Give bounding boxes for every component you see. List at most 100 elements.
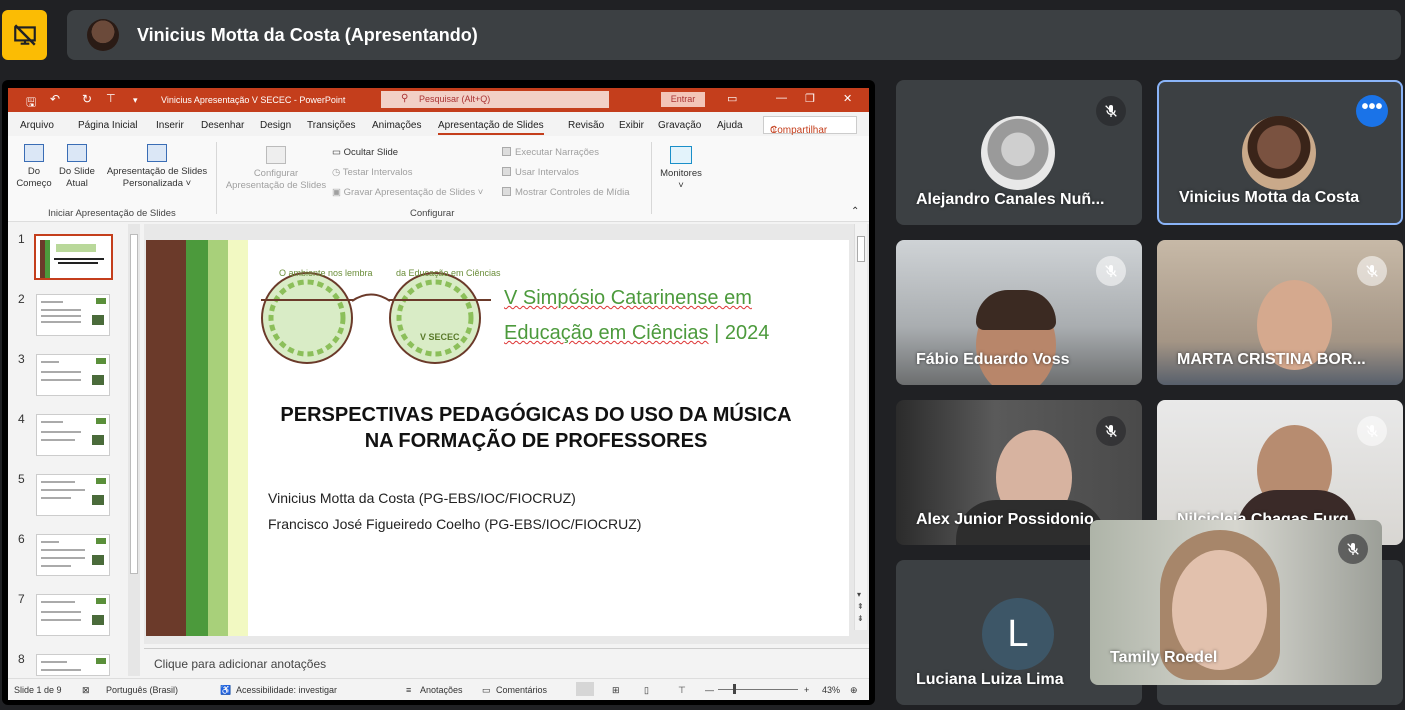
slide-sorter-icon[interactable]: ⊞ — [612, 685, 620, 696]
slide-thumbnails: 1 2 3 4 5 6 7 8 — [8, 224, 142, 678]
mic-off-icon — [1338, 534, 1368, 564]
participant-name: Luciana Luiza Lima — [916, 671, 1064, 688]
tab-ajuda[interactable]: Ajuda — [717, 120, 743, 131]
undo-icon[interactable]: ↶ — [50, 92, 60, 106]
tab-gravacao[interactable]: Gravação — [658, 120, 701, 131]
signin-button[interactable]: Entrar — [661, 92, 705, 107]
narrations-checkbox[interactable]: Executar Narrações — [502, 147, 599, 159]
participant-tile-active[interactable]: ••• Vinicius Motta da Costa — [1157, 80, 1403, 225]
ribbon-tabs: Arquivo Página Inicial Inserir Desenhar … — [8, 112, 869, 136]
more-options-button[interactable]: ••• — [1356, 95, 1388, 127]
search-placeholder: Pesquisar (Alt+Q) — [419, 94, 491, 104]
zoom-slider[interactable] — [718, 689, 798, 690]
thumbnail-slide-4[interactable] — [36, 414, 110, 456]
monitors-button[interactable]: Monitores ˅ — [656, 146, 706, 192]
participant-tile[interactable]: Fábio Eduardo Voss — [896, 240, 1142, 385]
slide-counter: Slide 1 de 9 — [14, 685, 62, 695]
thumb-number: 1 — [18, 232, 25, 246]
search-box[interactable]: ⚲ Pesquisar (Alt+Q) — [381, 91, 609, 108]
scroll-down-icon[interactable]: ▾ — [857, 590, 861, 599]
tab-inicio[interactable]: Página Inicial — [78, 120, 137, 131]
author-1: Vinicius Motta da Costa (PG-EBS/IOC/FIOC… — [268, 490, 576, 506]
search-icon: ⚲ — [401, 93, 409, 104]
tab-inserir[interactable]: Inserir — [156, 120, 184, 131]
redo-icon[interactable]: ↻ — [82, 92, 92, 106]
share-button[interactable]: ⇪ Compartilhar — [763, 116, 857, 136]
restore-icon[interactable]: ❐ — [805, 92, 815, 105]
thumbnail-slide-2[interactable] — [36, 294, 110, 336]
notes-toggle[interactable]: Anotações — [420, 685, 463, 695]
thumbnail-slide-8[interactable] — [36, 654, 110, 676]
zoom-level[interactable]: 43% — [822, 685, 840, 695]
slideshow-view-icon[interactable]: ⊤ — [678, 685, 686, 696]
save-icon[interactable]: 🖫 — [26, 93, 36, 114]
hide-slide-icon: ▭ — [332, 147, 344, 158]
current-slide[interactable]: O ambiente nos lembra da Educação em Ciê… — [146, 240, 849, 636]
participant-tile[interactable]: Alejandro Canales Nuñ... — [896, 80, 1142, 225]
stripe-green — [186, 240, 208, 636]
from-beginning-button[interactable]: Do Começo — [14, 144, 54, 190]
notes-icon: ≡ — [406, 685, 412, 695]
accessibility-status[interactable]: Acessibilidade: investigar — [236, 685, 337, 695]
tab-arquivo[interactable]: Arquivo — [20, 120, 54, 131]
self-view-tile[interactable]: Tamily Roedel — [1090, 520, 1382, 685]
participant-name: Fábio Eduardo Voss — [916, 351, 1070, 368]
rehearse-button[interactable]: ◷ Testar Intervalos — [332, 167, 412, 179]
ribbon-display-icon[interactable]: ▭ — [727, 92, 737, 105]
tab-revisao[interactable]: Revisão — [568, 120, 604, 131]
stop-presenting-button[interactable] — [2, 10, 47, 60]
fit-slide-icon[interactable]: ⊕ — [850, 685, 858, 696]
custom-slideshow-button[interactable]: Apresentação de Slides Personalizada ˅ — [104, 144, 210, 190]
monitors-label: Monitores — [660, 168, 702, 179]
mic-off-icon — [1096, 96, 1126, 126]
zoom-out-icon[interactable]: — — [705, 685, 714, 695]
tab-design[interactable]: Design — [260, 120, 291, 131]
reading-view-icon[interactable]: ▯ — [644, 685, 649, 696]
participant-tile[interactable]: MARTA CRISTINA BOR... — [1157, 240, 1403, 385]
normal-view-icon[interactable] — [576, 682, 594, 696]
from-current-button[interactable]: Do Slide Atual — [56, 144, 98, 190]
controls-checkbox[interactable]: Mostrar Controles de Mídia — [502, 187, 630, 199]
zoom-in-icon[interactable]: + — [804, 685, 809, 695]
slide-editor: O ambiente nos lembra da Educação em Ciê… — [144, 224, 869, 644]
tab-transicoes[interactable]: Transições — [307, 120, 356, 131]
spellcheck-icon[interactable]: ⊠ — [82, 685, 90, 696]
language[interactable]: Português (Brasil) — [106, 685, 178, 695]
thumbnail-slide-6[interactable] — [36, 534, 110, 576]
custom-label1: Apresentação de Slides — [106, 166, 208, 177]
slideshow-qat-icon[interactable]: ⊤ — [106, 92, 116, 105]
slide-scrollbar[interactable]: ▾ ⇞ ⇟ — [854, 224, 867, 630]
setup-slideshow-button[interactable]: Configurar Apresentação de Slides — [222, 146, 330, 192]
thumbnail-slide-1[interactable] — [34, 234, 113, 280]
video-hair — [976, 290, 1056, 330]
collapse-ribbon-icon[interactable]: ⌃ — [851, 206, 859, 217]
tab-exibir[interactable]: Exibir — [619, 120, 644, 131]
close-icon[interactable]: ✕ — [843, 92, 852, 105]
prev-slide-icon[interactable]: ⇞ — [857, 602, 864, 611]
scroll-thumb[interactable] — [130, 234, 138, 574]
thumbnail-slide-3[interactable] — [36, 354, 110, 396]
timings-checkbox[interactable]: Usar Intervalos — [502, 167, 579, 179]
thumb-number: 6 — [18, 532, 25, 546]
ribbon-separator — [216, 142, 217, 214]
thumbnails-scrollbar[interactable] — [128, 224, 140, 676]
presenter-avatar — [87, 19, 119, 51]
next-slide-icon[interactable]: ⇟ — [857, 614, 864, 623]
hide-slide-button[interactable]: ▭ Ocultar Slide — [332, 147, 398, 159]
notes-pane[interactable]: Clique para adicionar anotações — [144, 648, 869, 678]
thumbnail-slide-5[interactable] — [36, 474, 110, 516]
event-line1-text: V Simpósio Catarinense em — [504, 287, 752, 309]
qat-dropdown-icon[interactable]: ▾ — [133, 95, 138, 106]
author-2: Francisco José Figueiredo Coelho (PG-EBS… — [268, 516, 642, 532]
tab-desenhar[interactable]: Desenhar — [201, 120, 244, 131]
record-button[interactable]: ▣ Gravar Apresentação de Slides ˅ — [332, 187, 483, 199]
comments-toggle[interactable]: Comentários — [496, 685, 547, 695]
tab-animacoes[interactable]: Animações — [372, 120, 421, 131]
thumbnail-slide-7[interactable] — [36, 594, 110, 636]
group-setup-label: Configurar — [410, 208, 455, 219]
minimize-icon[interactable]: — — [776, 92, 787, 104]
tab-apresentacao[interactable]: Apresentação de Slides — [438, 120, 544, 135]
zoom-handle[interactable] — [733, 684, 736, 694]
ppt-titlebar: 🖫 ↶ ↻ ⊤ ▾ Vinicius Apresentação V SECEC … — [8, 88, 869, 112]
scroll-thumb[interactable] — [857, 236, 865, 262]
